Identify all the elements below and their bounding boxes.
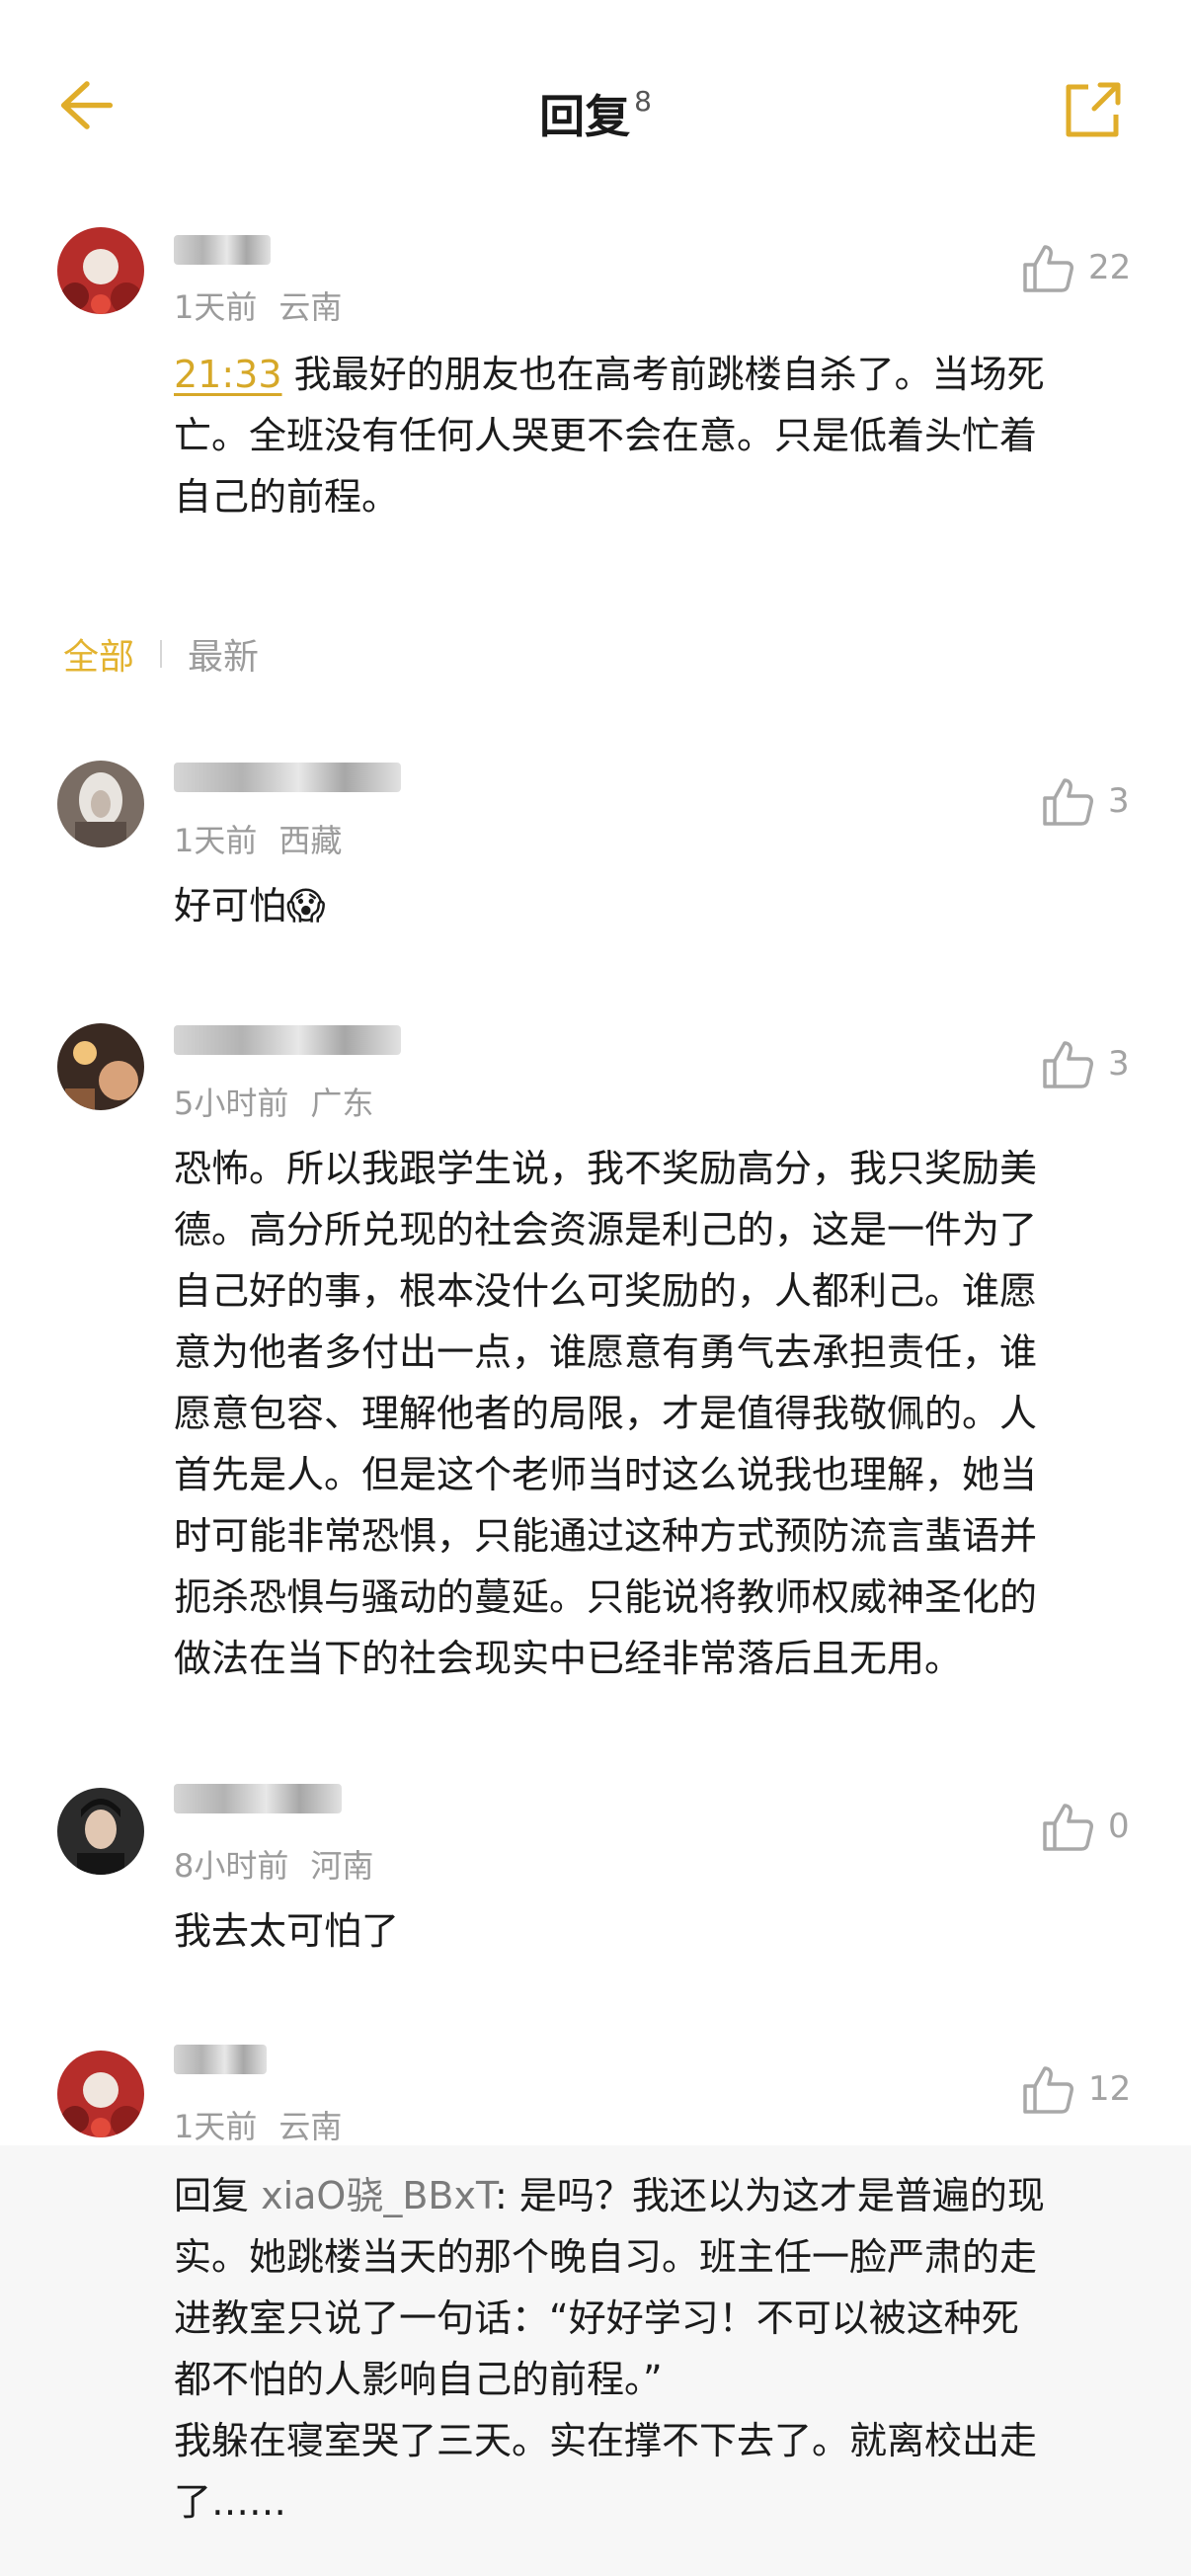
avatar[interactable]	[57, 761, 144, 847]
reply-prefix: 回复	[174, 2174, 262, 2217]
avatar[interactable]	[57, 1023, 144, 1110]
comment-meta: 1天前 西藏	[174, 816, 342, 861]
like-count: 22	[1088, 248, 1132, 287]
tab-divider	[160, 640, 163, 668]
timestamp-link[interactable]: 21:33	[174, 353, 282, 396]
thumbs-up-icon	[1043, 1041, 1093, 1088]
page-title: 回复 8	[0, 81, 1191, 146]
like-count: 3	[1108, 781, 1130, 821]
comment-meta: 8小时前 河南	[174, 1841, 373, 1887]
like-button[interactable]: 3	[1041, 1037, 1130, 1090]
avatar[interactable]	[57, 1788, 144, 1875]
comment-text: 我去太可怕了	[174, 1909, 400, 1953]
comment-location: 西藏	[278, 822, 343, 859]
comment-location: 河南	[310, 1847, 374, 1885]
username-blurred[interactable]	[174, 1025, 401, 1055]
comment-text: 21:33 我最好的朋友也在高考前跳楼自杀了。当场死 亡。全班没有任何人哭更不会…	[174, 344, 1142, 527]
thumbs-up-icon	[1043, 778, 1093, 826]
username-blurred[interactable]	[174, 2045, 267, 2074]
comment-time: 1天前	[174, 2108, 258, 2145]
comment-meta: 1天前 云南	[174, 2102, 342, 2147]
like-count: 3	[1108, 1044, 1130, 1084]
tab-latest[interactable]: 最新	[188, 628, 259, 680]
thumbs-up-icon	[1023, 245, 1073, 292]
username-blurred[interactable]	[174, 1784, 342, 1813]
comment-text: 好可怕😱	[174, 884, 326, 927]
avatar[interactable]	[57, 227, 144, 314]
comment-location: 云南	[278, 2108, 343, 2145]
like-button[interactable]: 12	[1021, 2062, 1131, 2116]
like-button[interactable]: 0	[1041, 1800, 1130, 1853]
share-button[interactable]	[1061, 77, 1130, 146]
comment-location: 广东	[310, 1085, 374, 1122]
comment-text: 恐怖。所以我跟学生说，我不奖励高分，我只奖励美 德。高分所兑现的社会资源是利己的…	[174, 1147, 1038, 1680]
share-icon	[1066, 82, 1121, 137]
comment-time: 5小时前	[174, 1085, 289, 1122]
comment-time: 1天前	[174, 288, 258, 326]
comment-meta: 1天前 云南	[174, 282, 342, 328]
comment-text: 回复 xiaO骁_BBxT: 是吗？我还以为这才是普遍的现 实。她跳楼当天的那个…	[174, 2165, 1161, 2533]
comment-body: : 是吗？我还以为这才是普遍的现 实。她跳楼当天的那个晚自习。班主任一脸严肃的走…	[174, 2174, 1045, 2524]
like-button[interactable]: 22	[1021, 241, 1131, 294]
comment-body: 我最好的朋友也在高考前跳楼自杀了。当场死 亡。全班没有任何人哭更不会在意。只是低…	[174, 353, 1045, 519]
username-blurred[interactable]	[174, 763, 401, 792]
sort-tabs: 全部 最新	[63, 628, 259, 680]
comment-time: 8小时前	[174, 1847, 289, 1885]
avatar[interactable]	[57, 2051, 144, 2137]
like-button[interactable]: 3	[1041, 774, 1130, 828]
like-count: 12	[1088, 2069, 1132, 2109]
thumbs-up-icon	[1023, 2066, 1073, 2114]
like-count: 0	[1108, 1807, 1130, 1846]
comment-location: 云南	[278, 288, 343, 326]
tab-all[interactable]: 全部	[63, 628, 134, 680]
reply-to-username[interactable]: xiaO骁_BBxT	[261, 2174, 495, 2217]
reply-count: 8	[634, 84, 652, 118]
title-text: 回复	[539, 90, 631, 143]
comment-meta: 5小时前 广东	[174, 1079, 373, 1124]
comment-time: 1天前	[174, 822, 258, 859]
username-blurred[interactable]	[174, 235, 271, 265]
thumbs-up-icon	[1043, 1804, 1093, 1851]
